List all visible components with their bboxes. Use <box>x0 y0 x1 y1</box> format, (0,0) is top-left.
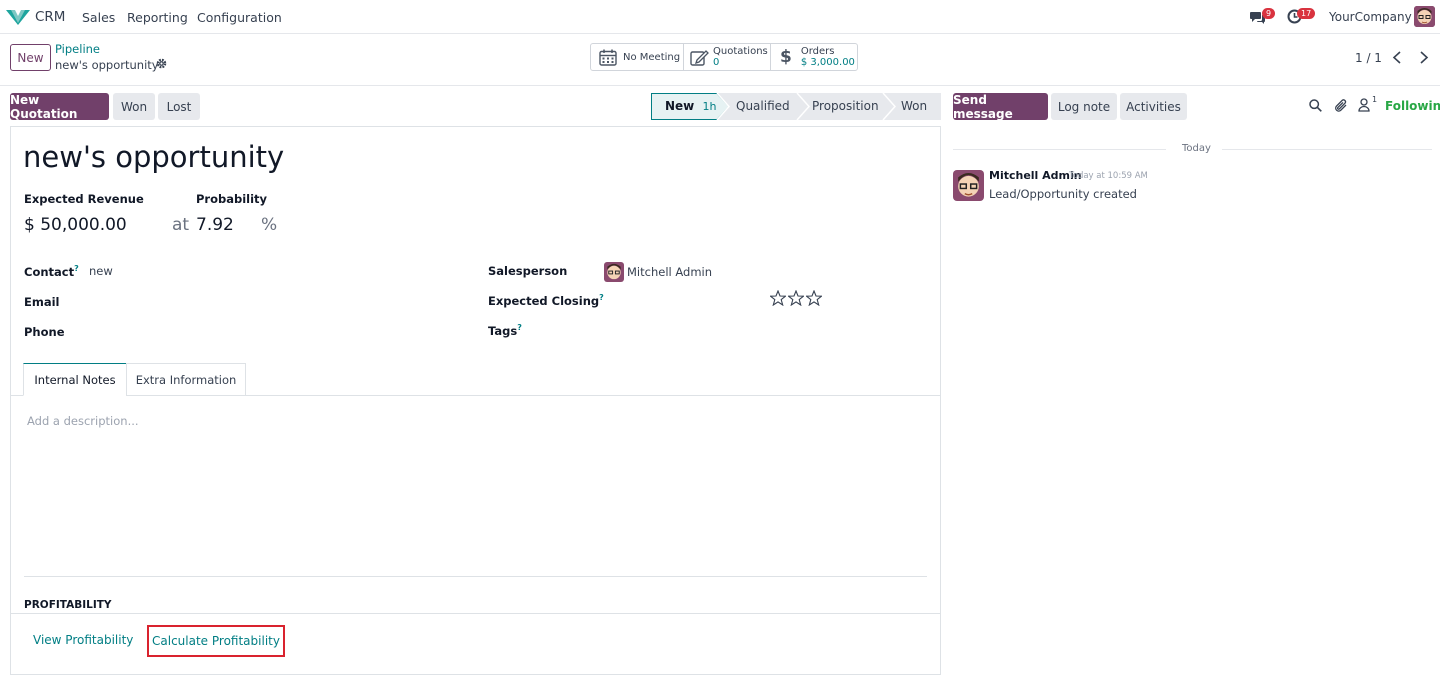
stage-new-label: New <box>665 99 695 113</box>
percent-label: % <box>261 215 278 235</box>
stage-qualified[interactable]: Qualified <box>736 99 790 113</box>
orders-stat-text: Orders $ 3,000.00 <box>801 46 855 68</box>
menu-configuration[interactable]: Configuration <box>197 10 282 25</box>
date-separator: Today <box>1182 143 1211 154</box>
priority-stars[interactable] <box>770 290 822 306</box>
quotations-stat-label: Quotations <box>713 46 768 57</box>
new-quotation-button[interactable]: New Quotation <box>10 93 109 121</box>
contact-label: Contact? <box>24 264 79 279</box>
stage-won[interactable]: Won <box>901 99 927 113</box>
expected-revenue-label: Expected Revenue <box>24 192 144 206</box>
tab-extra-information[interactable]: Extra Information <box>126 363 246 396</box>
expected-closing-help-icon[interactable]: ? <box>599 293 604 302</box>
email-label: Email <box>24 295 60 309</box>
opportunity-title[interactable]: new's opportunity <box>23 140 284 174</box>
followers-count: 1 <box>1372 95 1378 104</box>
pager-previous-icon[interactable] <box>1392 51 1402 64</box>
date-separator-left-line <box>953 149 1166 150</box>
contact-value[interactable]: new <box>89 264 113 278</box>
contact-label-text: Contact <box>24 264 75 279</box>
crm-logo-icon[interactable] <box>6 9 30 25</box>
message-body: Lead/Opportunity created <box>989 187 1137 201</box>
log-note-button[interactable]: Log note <box>1051 93 1117 120</box>
new-record-button[interactable]: New <box>10 44 51 71</box>
breadcrumb-pipeline-link[interactable]: Pipeline <box>55 42 100 56</box>
priority-star-3-icon[interactable] <box>806 290 822 306</box>
profitability-section-title: PROFITABILITY <box>24 599 112 611</box>
form-sheet <box>10 126 941 675</box>
quotations-stat-value: 0 <box>713 57 720 68</box>
app-name[interactable]: CRM <box>35 9 65 25</box>
orders-stat-label: Orders <box>800 46 835 57</box>
menu-sales[interactable]: Sales <box>82 10 115 25</box>
quotations-stat-button[interactable]: Quotations 0 <box>683 43 771 71</box>
salesperson-value[interactable]: Mitchell Admin <box>627 265 712 279</box>
menu-reporting[interactable]: Reporting <box>127 10 188 25</box>
pencil-square-icon <box>690 49 709 66</box>
view-profitability-button[interactable]: View Profitability <box>33 633 133 647</box>
activities-badge: 17 <box>1297 8 1316 19</box>
tags-label: Tags? <box>488 323 522 338</box>
probability-label: Probability <box>196 192 268 206</box>
priority-star-1-icon[interactable] <box>770 290 786 306</box>
meeting-stat-button[interactable]: No Meeting <box>590 43 684 71</box>
salesperson-avatar <box>604 262 624 282</box>
tags-label-text: Tags <box>488 323 518 338</box>
messages-badge: 9 <box>1262 8 1276 19</box>
expected-closing-label-text: Expected Closing <box>488 293 600 308</box>
message-author-avatar[interactable] <box>953 170 984 201</box>
search-messages-icon[interactable] <box>1309 99 1322 112</box>
tab-internal-notes[interactable]: Internal Notes <box>23 363 127 396</box>
orders-stat-value: $ 3,000.00 <box>800 57 855 68</box>
separator-line <box>24 576 927 577</box>
profitability-divider <box>11 613 940 614</box>
pager-next-icon[interactable] <box>1419 51 1429 64</box>
description-editor[interactable]: Add a description... <box>27 414 139 428</box>
following-button[interactable]: Following <box>1385 99 1440 113</box>
followers-user-icon[interactable] <box>1358 98 1370 112</box>
expected-closing-label: Expected Closing? <box>488 293 604 308</box>
company-switcher[interactable]: YourCompany <box>1329 10 1412 24</box>
quotations-stat-text: Quotations 0 <box>713 46 768 68</box>
calculate-profitability-button[interactable]: Calculate Profitability <box>147 625 285 657</box>
calendar-icon <box>599 49 617 66</box>
user-avatar[interactable] <box>1414 6 1435 27</box>
tags-help-icon[interactable]: ? <box>517 323 522 332</box>
at-label: at <box>172 215 190 235</box>
contact-help-icon[interactable]: ? <box>74 264 79 273</box>
stage-new[interactable]: New 1h <box>665 99 716 113</box>
attachment-paperclip-icon[interactable] <box>1334 98 1348 113</box>
salesperson-label: Salesperson <box>488 264 568 278</box>
priority-star-2-icon[interactable] <box>788 290 804 306</box>
date-separator-right-line <box>1222 149 1432 150</box>
dollar-icon: $ <box>780 47 792 67</box>
send-message-button[interactable]: Send message <box>953 93 1048 121</box>
won-button[interactable]: Won <box>113 93 155 120</box>
probability-input[interactable]: 7.92 <box>196 215 234 235</box>
orders-stat-button[interactable]: $ Orders $ 3,000.00 <box>770 43 858 71</box>
stage-proposition[interactable]: Proposition <box>812 99 879 113</box>
activities-button[interactable]: Activities <box>1120 93 1187 120</box>
breadcrumb-current: new's opportunity <box>55 58 159 72</box>
message-timestamp: Today at 10:59 AM <box>1069 171 1148 181</box>
expected-revenue-input[interactable]: $ 50,000.00 <box>24 215 127 235</box>
phone-label: Phone <box>24 325 65 339</box>
record-gear-icon[interactable] <box>156 58 167 69</box>
message-author[interactable]: Mitchell Admin <box>989 169 1082 182</box>
stage-new-duration: 1h <box>702 100 717 113</box>
pager-value[interactable]: 1 / 1 <box>1355 51 1382 65</box>
lost-button[interactable]: Lost <box>158 93 200 120</box>
meeting-stat-label: No Meeting <box>623 51 681 63</box>
